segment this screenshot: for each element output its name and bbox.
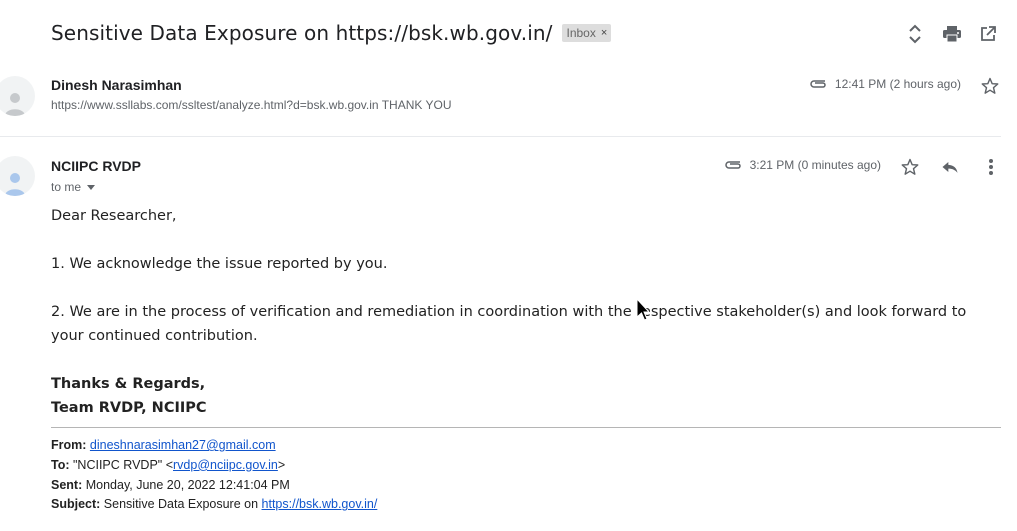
paperclip-icon — [724, 158, 742, 172]
sender-name: NCIIPC RVDP — [51, 158, 141, 174]
subject-link[interactable]: https://bsk.wb.gov.in/ — [262, 497, 378, 511]
message-body: Dear Researcher, 1. We acknowledge the i… — [51, 204, 991, 420]
message-divider — [0, 136, 1001, 137]
expand-collapse-icon[interactable] — [903, 22, 927, 46]
quoted-to-row: To: "NCIIPC RVDP" <rvdp@nciipc.gov.in> — [51, 456, 377, 476]
sent-label: Sent: — [51, 477, 83, 492]
subject-row: Sensitive Data Exposure on https://bsk.w… — [51, 18, 612, 48]
quoted-sent-row: Sent: Monday, June 20, 2022 12:41:04 PM — [51, 476, 377, 496]
paperclip-icon — [809, 77, 827, 91]
from-label: From: — [51, 438, 87, 452]
sent-value: Monday, June 20, 2022 12:41:04 PM — [85, 477, 290, 492]
remove-label-button[interactable]: × — [601, 27, 607, 39]
reply-icon[interactable] — [940, 157, 962, 177]
more-vertical-icon[interactable] — [983, 157, 999, 177]
message-time: 12:41 PM (2 hours ago) — [834, 77, 961, 91]
to-close: > — [277, 457, 286, 472]
signature-line-2: Team RVDP, NCIIPC — [51, 400, 207, 416]
subject-text: Sensitive Data Exposure on — [103, 497, 262, 512]
quoted-from-row: From: dineshnarasimhan27@gmail.com — [51, 436, 377, 456]
subject-label: Subject: — [51, 497, 101, 512]
message-snippet[interactable]: https://www.ssllabs.com/ssltest/analyze.… — [51, 98, 452, 112]
avatar — [0, 76, 35, 116]
avatar — [0, 156, 35, 196]
body-paragraph-2: 2. We are in the process of verification… — [51, 304, 967, 344]
star-icon[interactable] — [900, 157, 922, 177]
print-icon[interactable] — [940, 22, 964, 46]
quoted-subject-row: Subject: Sensitive Data Exposure on http… — [51, 495, 377, 515]
signature-line-1: Thanks & Regards, — [51, 376, 206, 392]
label-text: Inbox — [566, 26, 596, 40]
to-label: To: — [51, 457, 70, 472]
message-meta: 12:41 PM (2 hours ago) — [809, 77, 961, 91]
body-paragraph-1: 1. We acknowledge the issue reported by … — [51, 256, 388, 272]
quote-separator — [51, 427, 1001, 428]
chevron-down-icon — [87, 184, 96, 190]
message-meta: 3:21 PM (0 minutes ago) — [724, 158, 881, 172]
sender-name: Dinesh Narasimhan — [51, 77, 182, 93]
thread-subject: Sensitive Data Exposure on https://bsk.w… — [51, 21, 553, 45]
recipient-details-toggle[interactable]: to me — [51, 180, 96, 194]
thread-toolbar — [897, 22, 1017, 48]
from-email-link[interactable]: dineshnarasimhan27@gmail.com — [90, 438, 276, 452]
person-icon — [5, 93, 25, 116]
mouse-cursor-icon — [636, 297, 651, 327]
person-icon — [5, 173, 25, 196]
to-name: "NCIIPC RVDP" < — [73, 457, 173, 472]
inbox-label-chip[interactable]: Inbox × — [562, 24, 612, 42]
quoted-header: From: dineshnarasimhan27@gmail.com To: "… — [51, 436, 377, 515]
recipient-label: to me — [51, 180, 82, 194]
message-time: 3:21 PM (0 minutes ago) — [749, 158, 881, 172]
greeting: Dear Researcher, — [51, 208, 177, 224]
star-icon[interactable] — [980, 76, 1002, 96]
to-email-link[interactable]: rvdp@nciipc.gov.in — [173, 458, 278, 472]
open-in-new-window-icon[interactable] — [976, 22, 1000, 46]
